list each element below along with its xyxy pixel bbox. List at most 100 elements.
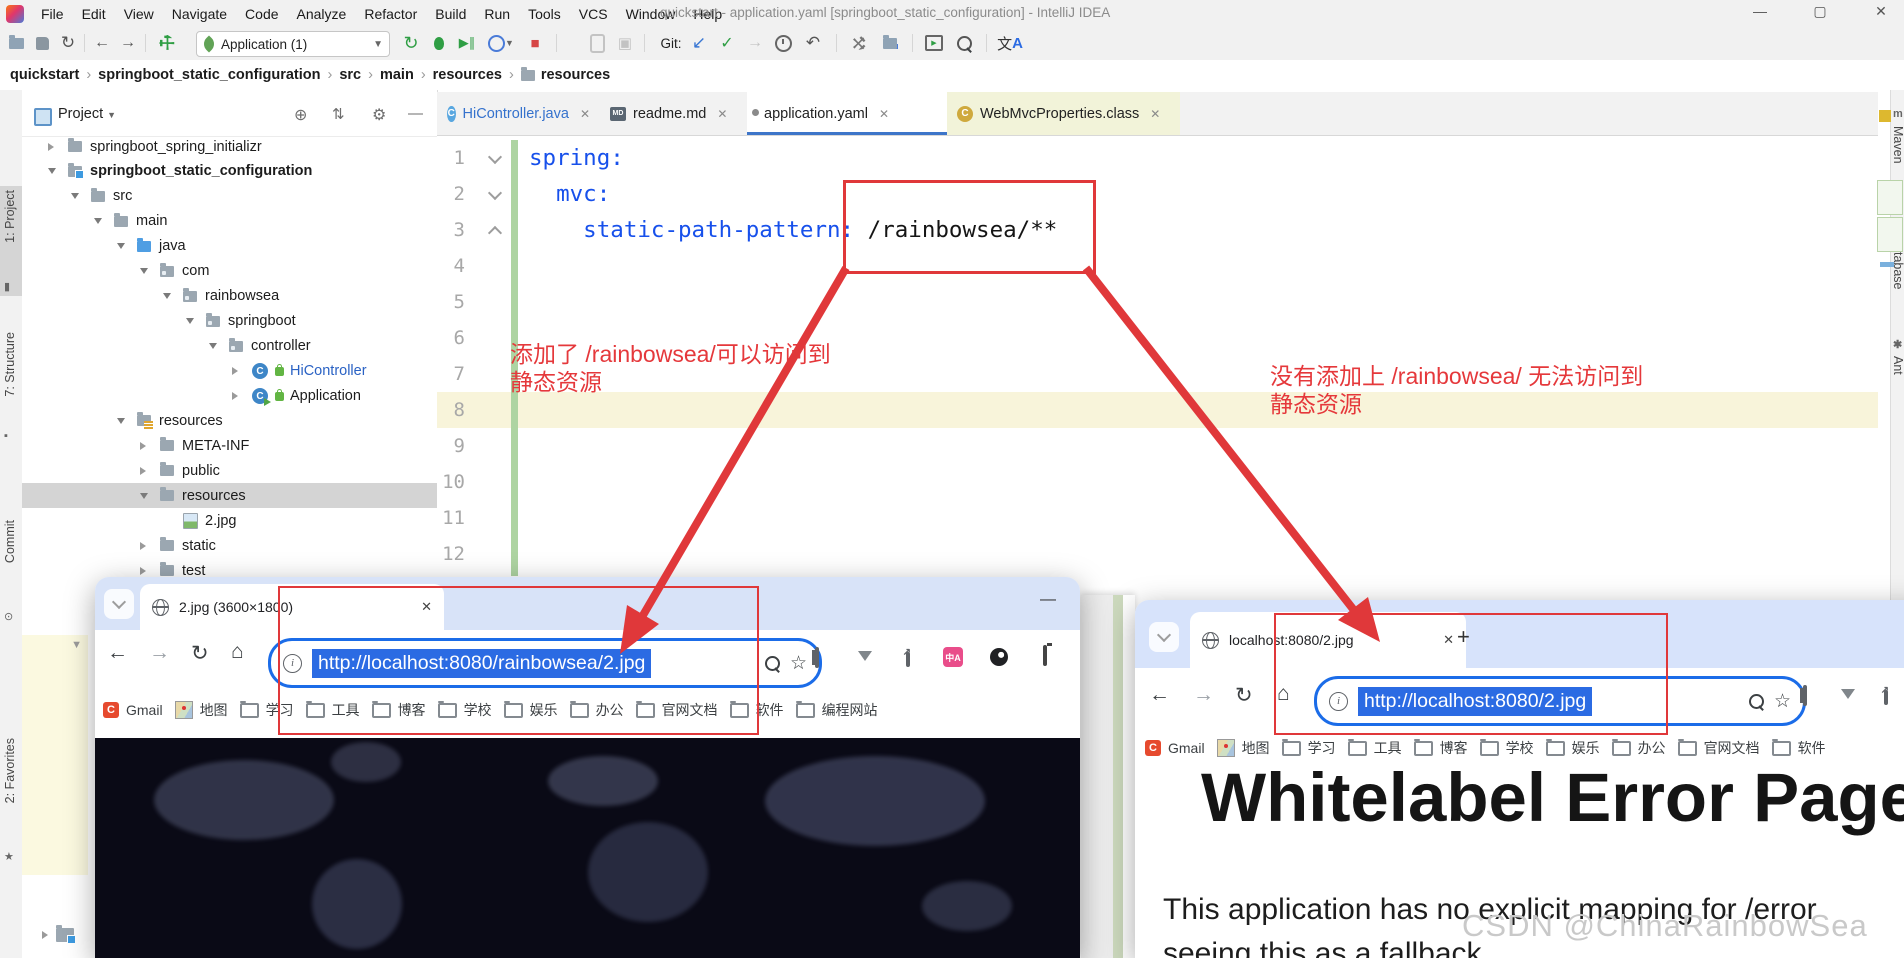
tab-search-chevron-icon[interactable] [104, 589, 134, 619]
menu-item-navigate[interactable]: Navigate [163, 6, 236, 22]
bookmark-folder[interactable]: 娱乐 [1546, 738, 1600, 758]
stripe-warning-mark[interactable] [1879, 110, 1891, 122]
menu-item-tools[interactable]: Tools [519, 6, 570, 22]
close-icon[interactable]: ✕ [879, 107, 889, 121]
expand-icon[interactable] [209, 343, 217, 349]
extension-v-icon[interactable] [1841, 689, 1855, 699]
extension-v-icon[interactable] [858, 651, 872, 661]
bookmark-map[interactable]: 地图 [1217, 738, 1270, 758]
hide-panel-icon[interactable]: — [408, 105, 423, 122]
history-icon[interactable] [770, 28, 796, 58]
menu-item-view[interactable]: View [115, 6, 163, 22]
breadcrumb-item[interactable]: main [380, 67, 414, 83]
expand-icon[interactable] [186, 318, 194, 324]
profiler-icon[interactable]: ▼ [486, 28, 516, 58]
maximize-button[interactable]: ▢ [1805, 3, 1835, 20]
home-icon[interactable]: ⌂ [231, 640, 244, 664]
close-icon[interactable]: ✕ [717, 107, 727, 121]
git-commit-icon[interactable]: ✓ [714, 28, 740, 58]
tree-row-springboot-static-configuration[interactable]: springboot_static_configuration [22, 159, 437, 184]
bookmark-gmail[interactable]: CGmail [1145, 740, 1205, 756]
menu-item-refactor[interactable]: Refactor [355, 6, 426, 22]
expand-icon[interactable] [48, 143, 54, 151]
settings-gear-icon[interactable]: ⚙ [372, 105, 386, 125]
expand-icon[interactable] [163, 293, 171, 299]
expand-icon[interactable] [48, 168, 56, 174]
translate-extension-icon[interactable]: 中A [943, 647, 963, 667]
bookmark-folder[interactable]: 博客 [1414, 738, 1468, 758]
tree-row-2-jpg[interactable]: 2.jpg [22, 508, 437, 533]
close-icon[interactable]: ✕ [1150, 107, 1160, 121]
expand-icon[interactable] [94, 218, 102, 224]
tree-row-rainbowsea[interactable]: rainbowsea [22, 284, 437, 309]
tab-readme[interactable]: MD readme.md ✕ [600, 92, 747, 135]
menu-item-vcs[interactable]: VCS [570, 6, 617, 22]
bookmark-gmail[interactable]: CGmail [103, 702, 163, 718]
tab-application-yaml[interactable]: application.yaml ✕ [747, 92, 947, 135]
expand-icon[interactable] [232, 367, 238, 375]
back-icon[interactable]: ← [107, 641, 128, 665]
breadcrumb-item[interactable]: springboot_static_configuration [98, 67, 320, 83]
project-panel-title[interactable]: Project ▼ [58, 106, 116, 122]
expand-icon[interactable] [140, 493, 148, 499]
stop-icon[interactable]: ■ [522, 28, 548, 58]
expand-icon[interactable] [71, 193, 79, 199]
tree-row-static[interactable]: static [22, 533, 437, 558]
tree-row-java[interactable]: java [22, 234, 437, 259]
run-icon[interactable]: ↻ [398, 28, 424, 58]
expand-icon[interactable] [140, 268, 148, 274]
tool-window-button-structure[interactable]: 7: Structure▪ [0, 328, 22, 446]
wrench-icon[interactable]: ⚒ [843, 29, 873, 57]
side-panel-icon[interactable] [1803, 685, 1807, 706]
expand-icon[interactable] [140, 567, 146, 575]
save-icon[interactable] [30, 28, 54, 58]
open-in-new-icon[interactable] [906, 652, 910, 667]
expand-icon[interactable] [140, 542, 146, 550]
expand-icon[interactable] [117, 418, 125, 424]
code-line[interactable]: spring: [529, 140, 624, 176]
tree-row-controller[interactable]: controller [22, 334, 437, 359]
bookmark-folder[interactable]: 学校 [1480, 738, 1534, 758]
breadcrumb-item[interactable]: quickstart [10, 67, 79, 83]
attach-debugger-icon[interactable] [584, 28, 610, 58]
back-icon[interactable]: ← [1149, 683, 1170, 707]
git-push-icon[interactable]: → [742, 28, 768, 58]
adblock-extension-icon[interactable] [990, 648, 1008, 666]
forward-icon[interactable]: → [1193, 683, 1214, 707]
close-button[interactable]: ✕ [1866, 3, 1896, 20]
tree-row-hicontroller[interactable]: CHiController [22, 359, 437, 384]
git-update-icon[interactable]: ↙ [686, 28, 712, 58]
tree-row-partial[interactable] [42, 928, 74, 942]
expand-icon[interactable] [140, 467, 146, 475]
tool-window-button-commit[interactable]: Commit⊙ [0, 516, 22, 626]
tab-webmvcproperties[interactable]: C WebMvcProperties.class ✕ [947, 92, 1180, 135]
expand-icon[interactable] [232, 392, 238, 400]
tree-row-application[interactable]: CApplication [22, 384, 437, 409]
menu-item-code[interactable]: Code [236, 6, 287, 22]
expand-icon[interactable] [117, 243, 125, 249]
reload-icon[interactable]: ↻ [191, 641, 209, 666]
tree-row-resources[interactable]: resources [22, 408, 437, 433]
tree-row-com[interactable]: com [22, 259, 437, 284]
zoom-icon[interactable] [1749, 694, 1764, 709]
tree-row-main[interactable]: main [22, 209, 437, 234]
tool-window-button-favorites[interactable]: 2: Favorites★ [0, 738, 22, 866]
minimize-button[interactable]: — [1745, 3, 1775, 19]
tree-row-public[interactable]: public [22, 458, 437, 483]
project-structure-icon[interactable] [876, 28, 904, 58]
bookmark-star-icon[interactable]: ☆ [790, 652, 807, 675]
forward-icon[interactable]: → [149, 641, 170, 665]
package-icon[interactable]: ▣ [612, 28, 638, 58]
menu-item-file[interactable]: File [32, 6, 73, 22]
breadcrumb-item[interactable]: resources [433, 67, 502, 83]
breadcrumb-item[interactable]: src [339, 67, 361, 83]
close-icon[interactable]: ✕ [580, 107, 590, 121]
zoom-icon[interactable] [765, 656, 780, 671]
tab-search-chevron-icon[interactable] [1149, 622, 1179, 652]
minimize-button[interactable]: — [1040, 591, 1056, 609]
tree-row-springboot-spring-initializr[interactable]: springboot_spring_initializr [22, 134, 437, 159]
back-icon[interactable]: ← [90, 28, 114, 58]
coverage-icon[interactable]: ▶∥ [454, 28, 480, 58]
expand-icon[interactable] [140, 442, 146, 450]
open-in-new-icon[interactable] [1884, 690, 1888, 705]
